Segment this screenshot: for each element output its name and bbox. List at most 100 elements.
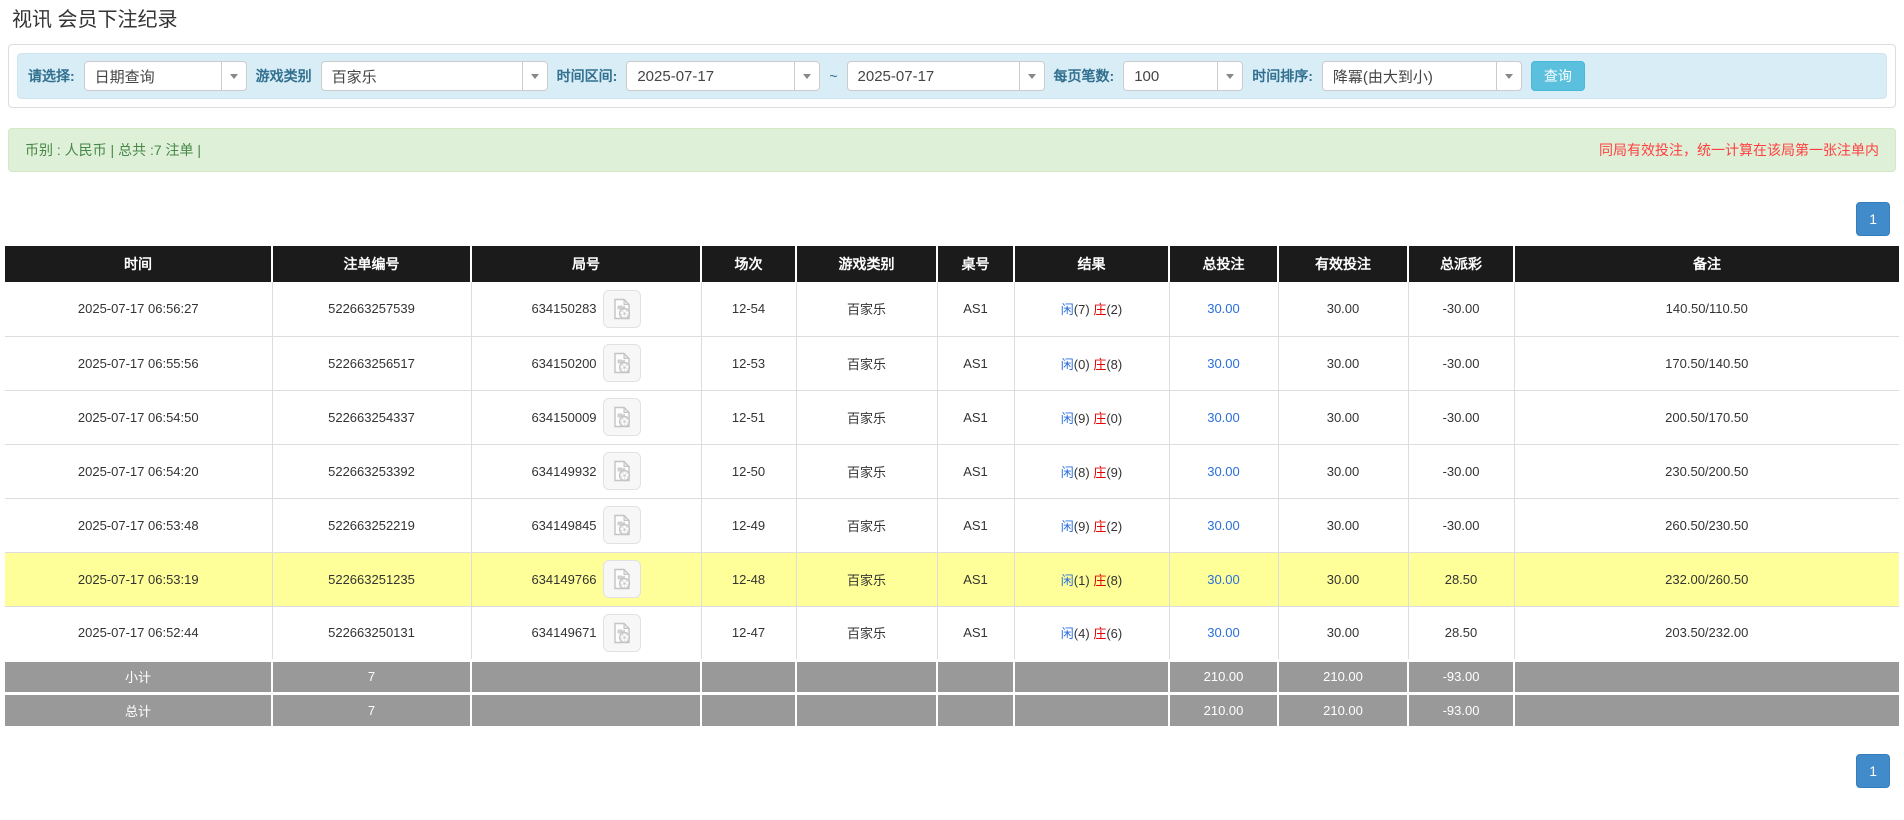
banker-result-value: (2) (1106, 302, 1122, 317)
banker-result-value: (0) (1106, 411, 1122, 426)
game-type-label: 游戏类别 (256, 66, 312, 86)
video-file-icon (610, 567, 634, 591)
payout: -30.00 (1408, 390, 1514, 444)
summary-bar: 币别 : 人民币 | 总共 :7 注单 | 同局有效投注，统一计算在该局第一张注… (8, 128, 1896, 172)
video-file-icon (610, 513, 634, 537)
total-bet-link[interactable]: 30.00 (1207, 464, 1240, 479)
date-separator: ~ (829, 68, 837, 84)
column-header-total-bet: 总投注 (1169, 246, 1278, 282)
column-header-game-type: 游戏类别 (796, 246, 937, 282)
table-row: 2025-07-17 06:54:50 522663254337 6341500… (5, 390, 1899, 444)
result-cell: 闲(9) 庄(0) (1014, 390, 1169, 444)
bet-id: 522663257539 (272, 282, 471, 336)
page-1-button[interactable]: 1 (1856, 754, 1890, 788)
remark: 203.50/232.00 (1514, 606, 1899, 660)
video-file-icon (610, 405, 634, 429)
sort-order-label: 时间排序: (1252, 66, 1313, 86)
date-to-select[interactable]: 2025-07-17 (847, 61, 1045, 91)
filter-panel: 请选择: 日期查询 游戏类别 百家乐 时间区间: 2025-07-17 ~ 20… (8, 44, 1896, 108)
banker-result-label: 庄 (1093, 626, 1106, 641)
player-result-value: (4) (1074, 626, 1090, 641)
column-header-remark: 备注 (1514, 246, 1899, 282)
player-result-label: 闲 (1061, 411, 1074, 426)
payout: -30.00 (1408, 282, 1514, 336)
chevron-down-icon[interactable] (794, 62, 819, 90)
session-no: 12-49 (701, 498, 796, 552)
player-result-value: (9) (1074, 411, 1090, 426)
session-no: 12-47 (701, 606, 796, 660)
bet-id: 522663254337 (272, 390, 471, 444)
game-type: 百家乐 (796, 498, 937, 552)
game-type: 百家乐 (796, 552, 937, 606)
player-result-label: 闲 (1061, 519, 1074, 534)
table-row: 2025-07-17 06:52:44 522663250131 6341496… (5, 606, 1899, 660)
video-replay-button[interactable] (603, 344, 641, 382)
player-result-value: (8) (1074, 465, 1090, 480)
select-type-label: 请选择: (28, 66, 75, 86)
valid-bet-note: 同局有效投注，统一计算在该局第一张注单内 (1599, 140, 1879, 160)
valid-bet: 30.00 (1278, 552, 1408, 606)
banker-result-label: 庄 (1093, 465, 1106, 480)
round-id: 634150009 (531, 410, 596, 425)
video-file-icon (610, 621, 634, 645)
result-cell: 闲(9) 庄(2) (1014, 498, 1169, 552)
payout: 28.50 (1408, 552, 1514, 606)
bet-id: 522663256517 (272, 336, 471, 390)
date-range-label: 时间区间: (557, 66, 618, 86)
search-button[interactable]: 查询 (1531, 61, 1585, 91)
total-bet-link[interactable]: 30.00 (1207, 572, 1240, 587)
date-from-select[interactable]: 2025-07-17 (626, 61, 820, 91)
video-replay-button[interactable] (603, 398, 641, 436)
column-header-round-id: 局号 (471, 246, 701, 282)
page-1-button[interactable]: 1 (1856, 202, 1890, 236)
video-replay-button[interactable] (603, 506, 641, 544)
table-row: 2025-07-17 06:53:48 522663252219 6341498… (5, 498, 1899, 552)
date-from-value: 2025-07-17 (627, 68, 794, 85)
total-bet-link[interactable]: 30.00 (1207, 301, 1240, 316)
page-title: 视讯 会员下注纪录 (12, 8, 1904, 32)
remark: 232.00/260.50 (1514, 552, 1899, 606)
chevron-down-icon[interactable] (1217, 62, 1242, 90)
total-bet-link[interactable]: 30.00 (1207, 356, 1240, 371)
video-replay-button[interactable] (603, 452, 641, 490)
total-count: 7 (272, 693, 471, 726)
column-header-session: 场次 (701, 246, 796, 282)
total-bet-link[interactable]: 30.00 (1207, 410, 1240, 425)
total-payout: -93.00 (1408, 693, 1514, 726)
query-type-select[interactable]: 日期查询 (84, 61, 247, 91)
page-size-select[interactable]: 100 (1123, 61, 1243, 91)
payout: 28.50 (1408, 606, 1514, 660)
total-bet-link[interactable]: 30.00 (1207, 518, 1240, 533)
round-id: 634149932 (531, 464, 596, 479)
round-id: 634150200 (531, 356, 596, 371)
game-type-select[interactable]: 百家乐 (321, 61, 548, 91)
chevron-down-icon[interactable] (221, 62, 246, 90)
table-row: 2025-07-17 06:55:56 522663256517 6341502… (5, 336, 1899, 390)
round-id: 634149671 (531, 625, 596, 640)
chevron-down-icon[interactable] (1019, 62, 1044, 90)
video-file-icon (610, 459, 634, 483)
bet-time: 2025-07-17 06:52:44 (5, 606, 272, 660)
valid-bet: 30.00 (1278, 390, 1408, 444)
video-replay-button[interactable] (603, 560, 641, 598)
valid-bet: 30.00 (1278, 282, 1408, 336)
video-file-icon (610, 351, 634, 375)
video-replay-button[interactable] (603, 614, 641, 652)
round-id: 634149766 (531, 572, 596, 587)
result-cell: 闲(0) 庄(8) (1014, 336, 1169, 390)
chevron-down-icon[interactable] (522, 62, 547, 90)
video-replay-button[interactable] (603, 290, 641, 328)
bet-id: 522663252219 (272, 498, 471, 552)
remark: 260.50/230.50 (1514, 498, 1899, 552)
chevron-down-icon[interactable] (1496, 62, 1521, 90)
banker-result-label: 庄 (1093, 357, 1106, 372)
sort-order-select[interactable]: 降冪(由大到小) (1322, 61, 1522, 91)
banker-result-value: (6) (1106, 626, 1122, 641)
round-id: 634149845 (531, 518, 596, 533)
banker-result-label: 庄 (1093, 573, 1106, 588)
total-bet-link[interactable]: 30.00 (1207, 625, 1240, 640)
player-result-value: (1) (1074, 573, 1090, 588)
table-row: 2025-07-17 06:54:20 522663253392 6341499… (5, 444, 1899, 498)
currency-summary-text: 币别 : 人民币 | 总共 :7 注单 | (25, 140, 201, 160)
date-to-value: 2025-07-17 (848, 68, 1019, 85)
